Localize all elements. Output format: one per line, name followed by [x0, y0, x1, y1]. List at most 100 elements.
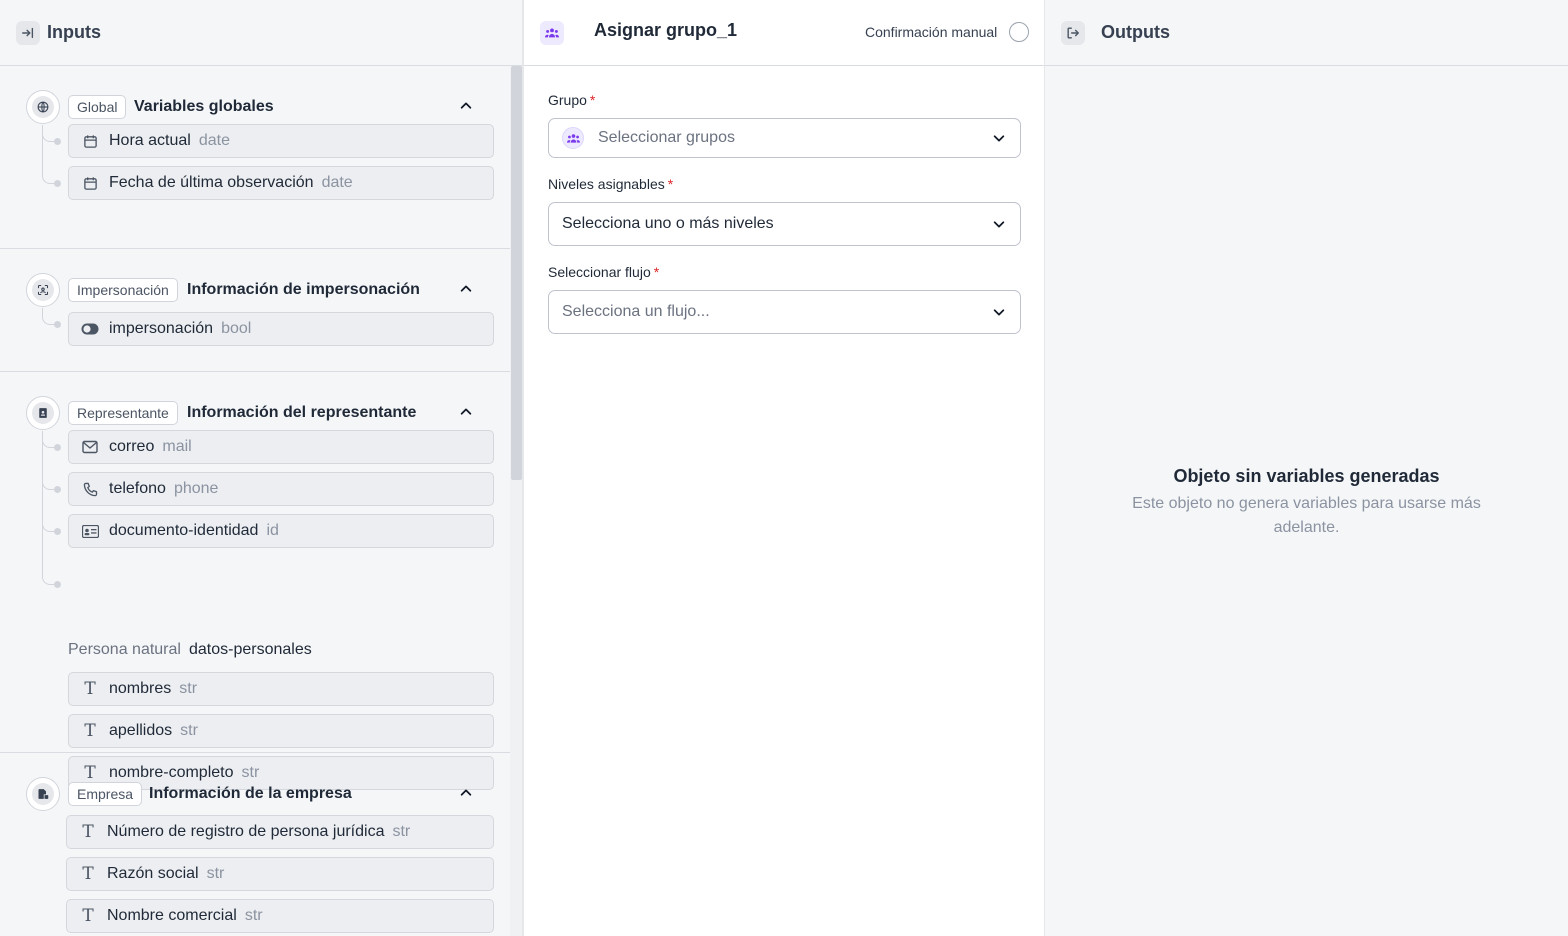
required-marker: *	[667, 176, 674, 192]
text-icon: T	[82, 906, 94, 926]
levels-select[interactable]: Selecciona uno o más niveles	[548, 202, 1021, 246]
variable-name: Nombre comercial	[107, 907, 237, 924]
variable-item[interactable]: T nombres str	[68, 672, 494, 706]
variable-name: documento-identidad	[109, 522, 259, 539]
step-header: Asignar grupo_1 Confirmación manual	[524, 0, 1044, 66]
variable-type: str	[206, 865, 225, 882]
scrollbar-thumb[interactable]	[511, 66, 522, 480]
variable-name: nombres	[109, 680, 172, 697]
variable-item[interactable]: documento-identidad id	[68, 514, 494, 548]
chevron-up-icon[interactable]	[458, 785, 474, 801]
variable-type: str	[179, 680, 198, 697]
variable-name: Razón social	[107, 865, 199, 882]
id-card-icon	[81, 522, 99, 540]
outputs-header: Outputs	[1045, 0, 1568, 66]
chevron-up-icon[interactable]	[458, 404, 474, 420]
variable-name: impersonación	[109, 320, 214, 337]
section-title: Información del representante	[187, 404, 417, 421]
section-tag: Representante	[68, 401, 178, 425]
variable-type: id	[266, 522, 279, 539]
variable-type: mail	[162, 438, 192, 455]
section-representative: Representante Información del representa…	[0, 372, 510, 790]
required-marker: *	[653, 264, 660, 280]
mail-icon	[81, 438, 99, 456]
manual-confirmation-label: Confirmación manual	[865, 24, 998, 40]
empty-state-title: Objeto sin variables generadas	[1173, 466, 1440, 486]
face-scan-icon	[26, 273, 60, 307]
chevron-up-icon[interactable]	[458, 98, 474, 114]
section-tag: Empresa	[68, 782, 143, 806]
group-key: datos-personales	[188, 641, 312, 658]
inputs-header: Inputs	[0, 0, 522, 66]
variable-type: bool	[221, 320, 252, 337]
text-icon: T	[82, 822, 94, 842]
variable-name: Hora actual	[109, 132, 191, 149]
chevron-up-icon[interactable]	[458, 281, 474, 297]
input-arrow-icon	[16, 20, 40, 45]
inputs-panel: Inputs Global Variables globales Hora ac…	[0, 0, 523, 936]
section-company: Empresa Información de la empresa T Núme…	[0, 753, 510, 936]
group-label-text: Grupo	[548, 92, 587, 108]
flow-select-placeholder: Selecciona un flujo...	[562, 303, 710, 320]
chevron-down-icon	[992, 305, 1006, 319]
variable-item[interactable]: correo mail	[68, 430, 494, 464]
variable-type: str	[244, 907, 263, 924]
variable-item[interactable]: T Número de registro de persona jurídica…	[66, 815, 494, 849]
section-title: Información de la empresa	[149, 785, 352, 802]
variable-item[interactable]: telefono phone	[68, 472, 494, 506]
users-group-icon	[562, 127, 584, 149]
text-icon: T	[84, 721, 96, 741]
calendar-icon	[81, 174, 99, 192]
variable-item[interactable]: T Nombre comercial str	[66, 899, 494, 933]
inputs-scroll-area[interactable]: Global Variables globales Hora actual da…	[0, 66, 510, 936]
group-label: Persona natural	[68, 641, 181, 658]
step-title: Asignar grupo_1	[594, 20, 738, 40]
variable-item[interactable]: T Razón social str	[66, 857, 494, 891]
manual-confirmation-toggle[interactable]	[1009, 22, 1029, 42]
variable-name: apellidos	[109, 722, 173, 739]
group-select-placeholder: Seleccionar grupos	[598, 129, 735, 146]
text-icon: T	[84, 679, 96, 699]
variable-item[interactable]: Fecha de última observación date	[68, 166, 494, 200]
chevron-down-icon	[992, 131, 1006, 145]
group-select[interactable]: Seleccionar grupos	[548, 118, 1021, 158]
variable-type: date	[198, 132, 230, 149]
variable-item[interactable]: impersonación bool	[68, 312, 494, 346]
variable-type: date	[321, 174, 353, 191]
variable-type: str	[392, 823, 411, 840]
text-icon: T	[82, 864, 94, 884]
section-title: Información de impersonación	[187, 281, 420, 298]
calendar-icon	[81, 132, 99, 150]
variable-type: phone	[173, 480, 219, 497]
users-group-icon	[540, 21, 564, 45]
section-title: Variables globales	[134, 98, 274, 115]
flow-label-text: Seleccionar flujo	[548, 264, 651, 280]
variable-item[interactable]: Hora actual date	[68, 124, 494, 158]
variable-item[interactable]: T apellidos str	[68, 714, 494, 748]
section-global: Global Variables globales Hora actual da…	[0, 66, 510, 248]
section-impersonation: Impersonación Información de impersonaci…	[0, 249, 510, 371]
levels-label-text: Niveles asignables	[548, 176, 665, 192]
globe-icon	[26, 90, 60, 124]
levels-select-value: Selecciona uno o más niveles	[562, 215, 774, 232]
outputs-title: Outputs	[1101, 22, 1170, 42]
section-tag: Impersonación	[68, 278, 178, 302]
object-group-label: Persona natural datos-personales	[68, 641, 312, 659]
phone-icon	[81, 480, 99, 498]
flow-select[interactable]: Selecciona un flujo...	[548, 290, 1021, 334]
chevron-down-icon	[992, 217, 1006, 231]
variable-name: Número de registro de persona jurídica	[107, 823, 385, 840]
inputs-title: Inputs	[47, 22, 101, 42]
empty-state-subtitle: Este objeto no genera variables para usa…	[1132, 495, 1481, 536]
badge-icon	[26, 396, 60, 430]
variable-type: str	[180, 722, 198, 739]
toggle-icon	[81, 320, 99, 338]
required-marker: *	[589, 92, 596, 108]
variable-name: correo	[109, 438, 155, 455]
variable-name: telefono	[109, 480, 166, 497]
outputs-panel: Outputs Objeto sin variables generadas E…	[1045, 0, 1568, 936]
levels-field-label: Niveles asignables *	[548, 176, 673, 192]
flow-field-label: Seleccionar flujo *	[548, 264, 659, 280]
section-tag: Global	[68, 95, 127, 119]
building-file-icon	[26, 777, 60, 811]
